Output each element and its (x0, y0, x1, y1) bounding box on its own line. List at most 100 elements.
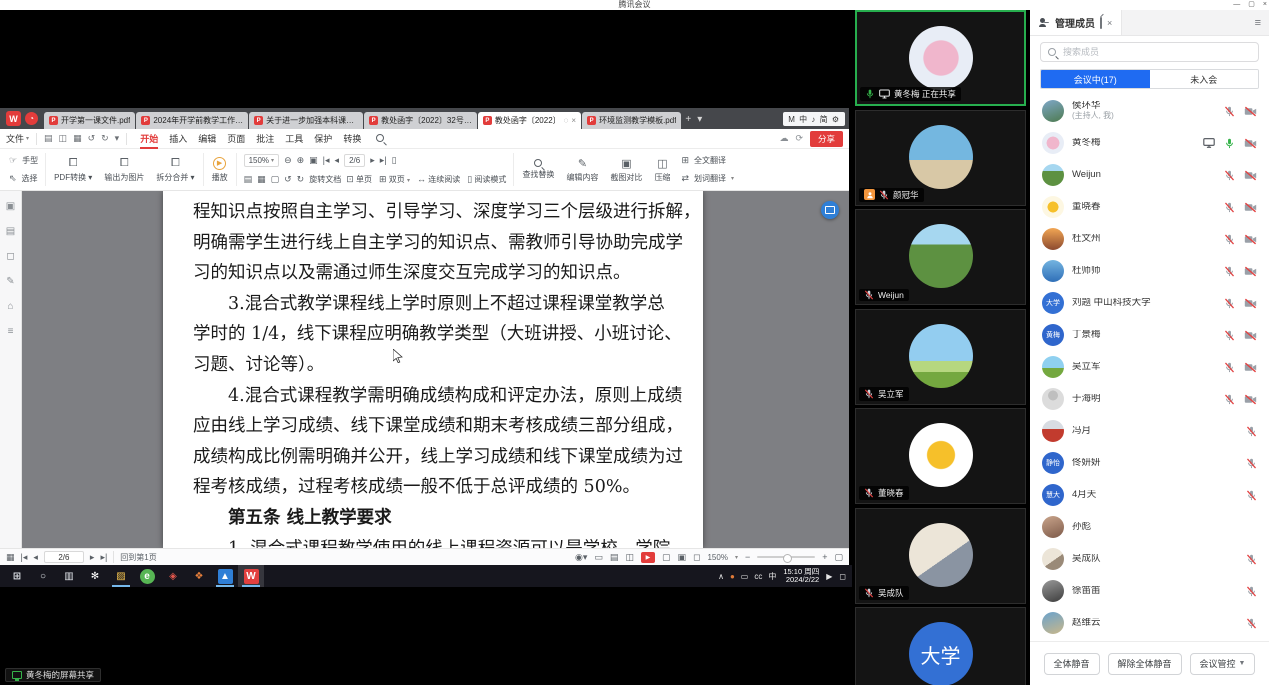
zoom-out-icon[interactable]: ⊖ (284, 155, 292, 166)
camera-status-icon[interactable] (1244, 394, 1257, 405)
last-page-icon[interactable]: ▸| (100, 552, 107, 563)
mic-status-icon[interactable] (1224, 138, 1235, 149)
mic-status-icon[interactable] (1224, 266, 1235, 277)
page-number-input[interactable]: 2/6 (344, 154, 365, 167)
camera-status-icon[interactable] (1244, 234, 1257, 245)
select-tool-button[interactable]: ⇖选择 (9, 173, 38, 184)
close-panel-icon[interactable]: × (1107, 18, 1112, 28)
wps-document-tab[interactable]: P 教处函字〔2022〕32号… ◌× (364, 112, 477, 129)
minimize-icon[interactable]: — (1233, 0, 1240, 10)
wps-menu-item[interactable]: 批注 (256, 132, 274, 145)
two-page-layout-icon[interactable]: ▤ (610, 552, 619, 563)
view-mode-button[interactable]: ⊡ 单页 (346, 174, 372, 185)
meeting-app-icon[interactable]: ✻ (82, 565, 108, 587)
member-row[interactable]: 孙彪 (1030, 511, 1269, 543)
refresh-icon[interactable]: ⟳ (795, 133, 803, 144)
convert-button[interactable]: ⧠PDF转换 ▾ (48, 151, 98, 188)
member-row[interactable]: 董晓春 (1030, 191, 1269, 223)
tab-close-icon[interactable]: × (571, 116, 576, 125)
wps-menu-item[interactable]: 编辑 (198, 132, 216, 145)
save-icon[interactable]: ◫ (59, 133, 68, 144)
thumbnail-panel-icon[interactable]: ▦ (6, 552, 15, 563)
layout-icon-3[interactable]: ▢ (271, 174, 280, 185)
read-mode-play-button[interactable]: ▶ (641, 552, 655, 563)
member-row[interactable]: 杜文州 (1030, 223, 1269, 255)
screen-share-banner[interactable]: 黄冬梅的屏幕共享 (5, 668, 101, 682)
member-row[interactable]: 慧大 4月天 (1030, 479, 1269, 511)
member-list[interactable]: 侯环华 (主持人, 我) 黄冬梅 (1030, 93, 1269, 641)
mic-status-icon[interactable] (1224, 330, 1235, 341)
member-row[interactable]: 黄梅 丁景梅 (1030, 319, 1269, 351)
camera-status-icon[interactable] (1244, 362, 1257, 373)
maximize-icon[interactable]: ▢ (1248, 0, 1255, 10)
mic-status-icon[interactable] (1224, 170, 1235, 181)
file-explorer-icon[interactable]: ▨ (108, 565, 134, 587)
taskbar-clock[interactable]: 15:10 周四 2024/2/22 (783, 568, 819, 584)
video-tile[interactable]: 吴成队 (855, 508, 1026, 604)
mic-status-icon[interactable] (1246, 618, 1257, 629)
app-icon-1[interactable]: ◈ (160, 565, 186, 587)
mic-status-icon[interactable] (1246, 426, 1257, 437)
first-page-icon[interactable]: |◂ (323, 155, 330, 166)
member-row[interactable]: 侯环华 (主持人, 我) (1030, 95, 1269, 127)
display-icon[interactable]: ▭ (741, 572, 749, 581)
member-row[interactable]: 徐笛笛 (1030, 575, 1269, 607)
prev-page-icon[interactable]: ◂ (33, 552, 38, 563)
search-box[interactable] (1040, 42, 1259, 62)
wps-menu-item[interactable]: 开始 (140, 132, 158, 145)
panel-footer-button[interactable]: 解除全体静音▼ (1108, 653, 1182, 675)
back-to-page-button[interactable]: 回到第1页 (120, 552, 156, 563)
wps-office-icon[interactable]: W (238, 565, 264, 587)
prev-page-icon[interactable]: ◂ (335, 155, 340, 166)
toolbar-button[interactable]: ◫压缩 (648, 151, 676, 188)
mic-status-icon[interactable] (1224, 202, 1235, 213)
mic-status-icon[interactable] (1224, 362, 1235, 373)
layout-icon-1[interactable]: ▤ (244, 174, 253, 185)
wps-menu-item[interactable]: 转换 (343, 132, 361, 145)
outline-icon[interactable]: ≡ (8, 326, 14, 337)
tab-not-joined[interactable]: 未入会 (1150, 70, 1259, 88)
convert-button[interactable]: ⧠拆分合并 ▾ (150, 151, 200, 188)
menu-search-icon[interactable] (376, 134, 384, 144)
member-row[interactable]: 吴立军 (1030, 351, 1269, 383)
panel-footer-button[interactable]: 会议管控▼ (1190, 653, 1256, 675)
fit-page-icon[interactable]: ▣ (677, 552, 686, 563)
toolbar-button[interactable]: 查找替换 (516, 151, 560, 188)
book-view-icon[interactable]: ▯ (392, 155, 397, 166)
video-tile[interactable]: 吴立军 (855, 309, 1026, 405)
wps-document-tab[interactable]: P 开学第一课文件.pdf ◌× (44, 112, 135, 129)
zoom-slider[interactable] (757, 556, 815, 558)
camera-status-icon[interactable] (1244, 138, 1257, 149)
tray-app-dot-icon[interactable]: ● (730, 572, 735, 581)
panel-footer-button[interactable]: 全体静音▼ (1044, 653, 1100, 675)
next-page-icon[interactable]: ▸ (90, 552, 95, 563)
single-layout-icon[interactable]: ▭ (594, 552, 603, 563)
pdf-document-area[interactable]: ▣▤◻✎⌂≡ 程知识点按照自主学习、引导学习、深度学习三个层级进行拆解，明确需学… (0, 191, 849, 548)
wps-pdf-app-icon[interactable]: ◔ (25, 112, 38, 125)
mic-status-icon[interactable] (1224, 298, 1235, 309)
bookmark-icon[interactable]: ▣ (6, 201, 15, 212)
first-page-icon[interactable]: |◂ (21, 552, 28, 563)
mic-status-icon[interactable] (1224, 106, 1235, 117)
mic-status-icon[interactable] (1246, 554, 1257, 565)
full-width-icon[interactable]: ◻ (693, 552, 700, 563)
wps-document-tab[interactable]: P 2024年开学前教学工作… ◌× (136, 112, 248, 129)
member-row[interactable]: 杜师师 (1030, 255, 1269, 287)
search-input[interactable] (1061, 46, 1251, 58)
rotate-left-icon[interactable]: ↺ (284, 174, 292, 185)
convert-button[interactable]: ⧠输出为图片 (98, 151, 150, 188)
browser-icon[interactable]: e (134, 565, 160, 587)
comment-icon[interactable]: ◻ (6, 251, 14, 262)
more-caret-icon[interactable]: ▾ (115, 133, 120, 144)
wps-document-tab[interactable]: P 环境监测教学模板.pdf ◌× (582, 112, 681, 129)
file-menu[interactable]: 文件▾ (6, 132, 29, 145)
rotate-right-icon[interactable]: ↻ (297, 174, 305, 185)
wps-document-tab[interactable]: P 教处函字〔2022〕 ◌× (478, 112, 581, 129)
view-mode-button[interactable]: ↔ 连续阅读 (417, 174, 460, 185)
panel-tab-members[interactable]: 管理成员 × (1030, 10, 1122, 35)
hand-tool-button[interactable]: ☞手型 (9, 155, 38, 166)
camera-status-icon[interactable] (1244, 106, 1257, 117)
open-folder-icon[interactable]: ▤ (44, 133, 53, 144)
hidden-icons-chevron[interactable]: ∧ (718, 572, 724, 581)
status-zoom-value[interactable]: 150% (707, 553, 727, 562)
